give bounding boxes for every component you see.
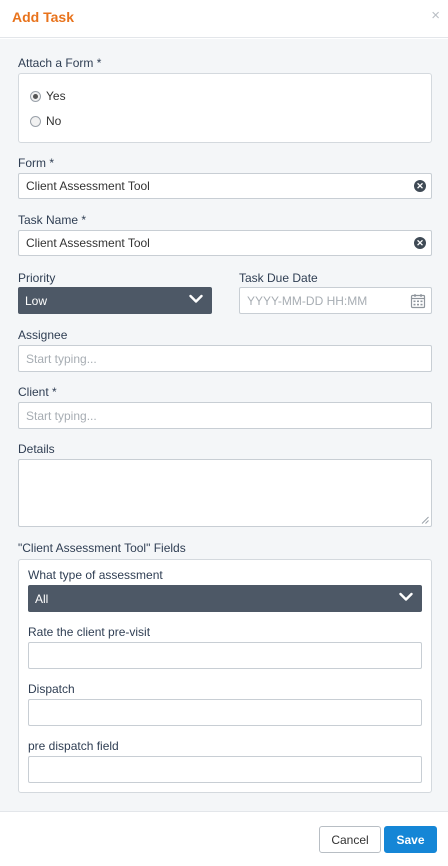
attach-form-no-option[interactable]: No bbox=[30, 114, 61, 128]
priority-value: Low bbox=[25, 293, 48, 308]
dispatch-field[interactable] bbox=[28, 699, 422, 726]
priority-select[interactable]: Low bbox=[18, 287, 212, 314]
client-field[interactable]: Start typing... bbox=[18, 402, 432, 429]
chevron-down-icon bbox=[189, 294, 203, 303]
pre-dispatch-label: pre dispatch field bbox=[28, 739, 119, 753]
attach-form-radio-group: Yes No bbox=[18, 73, 432, 143]
details-textarea[interactable] bbox=[18, 459, 432, 527]
assessment-type-value: All bbox=[35, 591, 49, 606]
form-select[interactable]: Client Assessment Tool ✕ bbox=[18, 173, 432, 199]
assessment-type-select[interactable]: All bbox=[28, 585, 422, 612]
assignee-placeholder: Start typing... bbox=[26, 351, 97, 366]
cancel-button[interactable]: Cancel bbox=[319, 826, 381, 853]
save-button[interactable]: Save bbox=[384, 826, 437, 853]
pre-dispatch-field[interactable] bbox=[28, 756, 422, 783]
due-date-field[interactable]: YYYY-MM-DD HH:MM bbox=[239, 287, 432, 314]
calendar-icon[interactable] bbox=[410, 293, 426, 309]
form-fields-section-label: "Client Assessment Tool" Fields bbox=[18, 541, 186, 555]
radio-no[interactable] bbox=[30, 115, 41, 127]
assignee-label: Assignee bbox=[18, 328, 68, 342]
rate-pre-visit-field[interactable] bbox=[28, 642, 422, 669]
attach-form-label: Attach a Form * bbox=[18, 56, 102, 70]
task-name-field[interactable]: Client Assessment Tool ✕ bbox=[18, 230, 432, 256]
client-placeholder: Start typing... bbox=[26, 408, 97, 423]
chevron-down-icon bbox=[399, 592, 413, 601]
rate-pre-visit-label: Rate the client pre-visit bbox=[28, 625, 151, 639]
dispatch-label: Dispatch bbox=[28, 682, 75, 696]
form-value: Client Assessment Tool bbox=[26, 179, 150, 193]
radio-yes[interactable] bbox=[30, 90, 41, 102]
dialog-title: Add Task bbox=[12, 9, 74, 25]
dialog-footer: Cancel Save bbox=[0, 811, 448, 866]
radio-no-label: No bbox=[46, 114, 62, 128]
resize-handle-icon[interactable] bbox=[421, 516, 429, 524]
clear-icon[interactable]: ✕ bbox=[414, 180, 426, 192]
close-icon[interactable]: × bbox=[431, 8, 440, 23]
client-label: Client * bbox=[18, 385, 57, 399]
assignee-field[interactable]: Start typing... bbox=[18, 345, 432, 372]
clear-icon[interactable]: ✕ bbox=[414, 237, 426, 249]
radio-yes-label: Yes bbox=[46, 89, 66, 103]
due-date-placeholder: YYYY-MM-DD HH:MM bbox=[247, 293, 368, 308]
attach-form-yes-option[interactable]: Yes bbox=[30, 89, 66, 103]
task-name-label: Task Name * bbox=[18, 213, 87, 227]
details-label: Details bbox=[18, 442, 55, 456]
dialog-header: Add Task × bbox=[0, 0, 448, 38]
priority-label: Priority bbox=[18, 271, 56, 285]
form-label: Form * bbox=[18, 156, 54, 170]
due-date-label: Task Due Date bbox=[239, 271, 318, 285]
assessment-type-label: What type of assessment bbox=[28, 568, 163, 582]
task-name-value: Client Assessment Tool bbox=[26, 236, 150, 250]
